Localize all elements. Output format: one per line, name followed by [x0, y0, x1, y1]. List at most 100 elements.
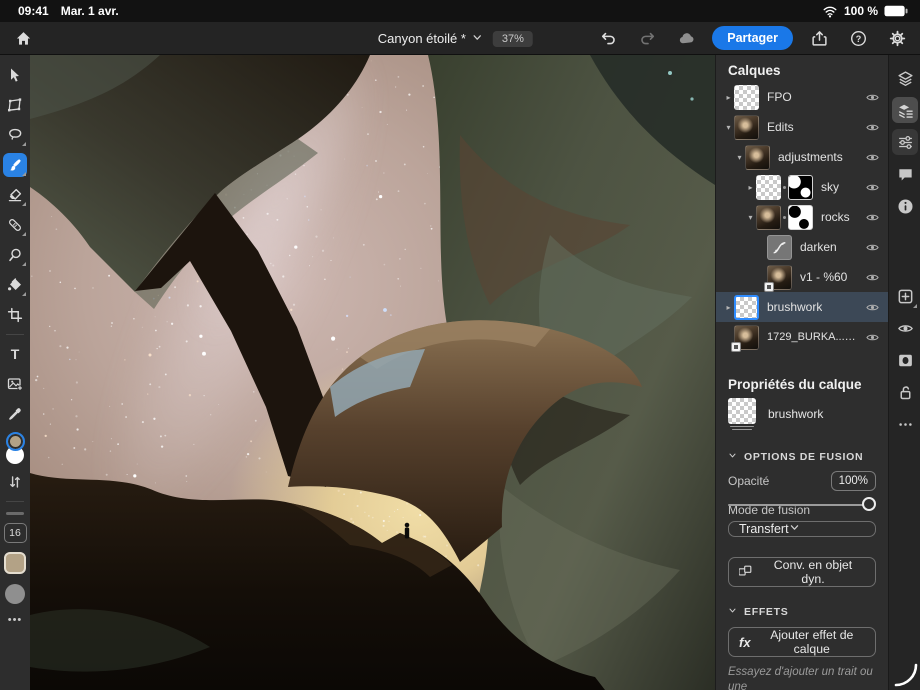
- add-layer-effect-button[interactable]: fx Ajouter effet de calque: [728, 627, 876, 657]
- disclosure-triangle-icon[interactable]: ▾: [745, 213, 756, 222]
- eraser-tool[interactable]: [3, 183, 27, 207]
- swap-colors-icon[interactable]: [3, 470, 27, 494]
- layer-thumbnail: [745, 145, 770, 170]
- panel-rail: [888, 55, 920, 690]
- options-drag-handle[interactable]: [6, 512, 24, 515]
- document-title-menu[interactable]: Canyon étoilé *: [378, 31, 483, 46]
- layer-row[interactable]: ▾ rocks: [716, 202, 888, 232]
- layer-thumbnail: [756, 205, 781, 230]
- layer-properties-icon[interactable]: [892, 97, 918, 123]
- battery-level: 100 %: [844, 4, 878, 18]
- layer-thumbnail: [734, 115, 759, 140]
- properties-layer-name: brushwork: [768, 407, 823, 421]
- disclosure-triangle-icon[interactable]: ▸: [745, 183, 756, 192]
- layer-row[interactable]: v1 - %60: [716, 262, 888, 292]
- undo-button[interactable]: [595, 25, 621, 51]
- layer-visibility-eye-icon[interactable]: [866, 91, 879, 104]
- layer-thumbnail: [734, 325, 759, 350]
- layer-visibility-eye-icon[interactable]: [866, 241, 879, 254]
- status-bar: 09:41 Mar. 1 avr. 100 %: [0, 0, 920, 22]
- brush-opacity-control[interactable]: [5, 584, 25, 604]
- lasso-select-tool[interactable]: [3, 123, 27, 147]
- transform-tool[interactable]: [3, 93, 27, 117]
- layer-thumbnail: [756, 175, 781, 200]
- layer-name: 1729_BURKA...anced-NR33: [767, 331, 859, 343]
- layer-visibility-eye-icon[interactable]: [866, 211, 879, 224]
- layer-row[interactable]: ▾adjustments: [716, 142, 888, 172]
- type-tool[interactable]: T: [3, 342, 27, 366]
- cloud-sync-icon[interactable]: [673, 25, 699, 51]
- more-tool-options-icon[interactable]: •••: [8, 614, 23, 626]
- disclosure-triangle-icon[interactable]: ▾: [734, 153, 745, 162]
- layer-row[interactable]: ▸brushwork: [716, 292, 888, 322]
- mask-icon[interactable]: [892, 347, 918, 373]
- opacity-slider-knob[interactable]: [862, 497, 876, 511]
- comment-icon[interactable]: [892, 161, 918, 187]
- toolbar-divider: [6, 501, 24, 502]
- adjustments-icon[interactable]: [892, 129, 918, 155]
- tool-bar: T 16 •••: [0, 55, 30, 690]
- blend-mode-select[interactable]: Transfert: [728, 521, 876, 537]
- top-toolbar: Canyon étoilé * 37% Partager ?: [0, 22, 920, 55]
- clone-stamp-tool[interactable]: [3, 243, 27, 267]
- brush-tool[interactable]: [3, 153, 27, 177]
- photoshop-ipad-app: 09:41 Mar. 1 avr. 100 % Canyon étoilé * …: [0, 0, 920, 690]
- mask-link-dot: [783, 216, 786, 219]
- opacity-value[interactable]: 100%: [831, 471, 876, 491]
- layer-visibility-eye-icon[interactable]: [866, 301, 879, 314]
- crop-tool[interactable]: [3, 303, 27, 327]
- disclosure-triangle-icon[interactable]: ▸: [723, 303, 734, 312]
- layer-visibility-eye-icon[interactable]: [866, 181, 879, 194]
- add-layer-icon[interactable]: [892, 283, 918, 309]
- color-chips[interactable]: [6, 432, 25, 464]
- healing-tool[interactable]: [3, 213, 27, 237]
- layer-row[interactable]: 1729_BURKA...anced-NR33: [716, 322, 888, 352]
- redo-button[interactable]: [634, 25, 660, 51]
- chevron-down-icon: [789, 522, 800, 536]
- layer-thumbnail: [734, 85, 759, 110]
- layer-row[interactable]: darken: [716, 232, 888, 262]
- help-icon[interactable]: ?: [845, 25, 871, 51]
- brush-size-value[interactable]: 16: [4, 523, 27, 543]
- layer-visibility-eye-icon[interactable]: [866, 331, 879, 344]
- settings-gear-icon[interactable]: [884, 25, 910, 51]
- effects-header[interactable]: EFFETS: [716, 599, 888, 623]
- disclosure-triangle-icon[interactable]: ▸: [723, 93, 734, 102]
- layer-visibility-icon[interactable]: [892, 315, 918, 341]
- layer-name: sky: [821, 180, 839, 194]
- properties-layer-row: brushwork: [716, 396, 888, 436]
- home-button[interactable]: [10, 25, 36, 51]
- layer-row[interactable]: ▸FPO: [716, 82, 888, 112]
- layer-name: rocks: [821, 210, 850, 224]
- convert-smart-object-button[interactable]: Conv. en objet dyn.: [728, 557, 876, 587]
- layers-panel-icon[interactable]: [892, 65, 918, 91]
- layer-visibility-eye-icon[interactable]: [866, 151, 879, 164]
- chevron-down-icon: [728, 606, 737, 618]
- fill-tool[interactable]: [3, 273, 27, 297]
- svg-text:T: T: [11, 346, 20, 362]
- canvas-artwork[interactable]: [30, 55, 715, 690]
- layer-row[interactable]: ▸ sky: [716, 172, 888, 202]
- chevron-down-icon: [728, 451, 737, 463]
- more-options-icon[interactable]: [892, 411, 918, 437]
- layer-mask-thumbnail: [788, 175, 813, 200]
- zoom-level-badge[interactable]: 37%: [493, 31, 533, 47]
- layer-visibility-eye-icon[interactable]: [866, 121, 879, 134]
- layer-mask-thumbnail: [788, 205, 813, 230]
- export-icon[interactable]: [806, 25, 832, 51]
- brush-color-swatch[interactable]: [4, 552, 26, 574]
- info-icon[interactable]: [892, 193, 918, 219]
- layer-thumbnail: [767, 265, 792, 290]
- properties-layer-thumbnail: [728, 398, 758, 430]
- foreground-color-chip[interactable]: [6, 432, 25, 451]
- layer-properties-title: Propriétés du calque: [716, 369, 888, 396]
- layer-row[interactable]: ▾Edits: [716, 112, 888, 142]
- layer-visibility-eye-icon[interactable]: [866, 271, 879, 284]
- place-photo-tool[interactable]: [3, 372, 27, 396]
- blend-options-header[interactable]: OPTIONS DE FUSION: [716, 444, 888, 468]
- eyedropper-tool[interactable]: [3, 402, 27, 426]
- share-button[interactable]: Partager: [712, 26, 793, 50]
- lock-icon[interactable]: [892, 379, 918, 405]
- move-tool[interactable]: [3, 63, 27, 87]
- disclosure-triangle-icon[interactable]: ▾: [723, 123, 734, 132]
